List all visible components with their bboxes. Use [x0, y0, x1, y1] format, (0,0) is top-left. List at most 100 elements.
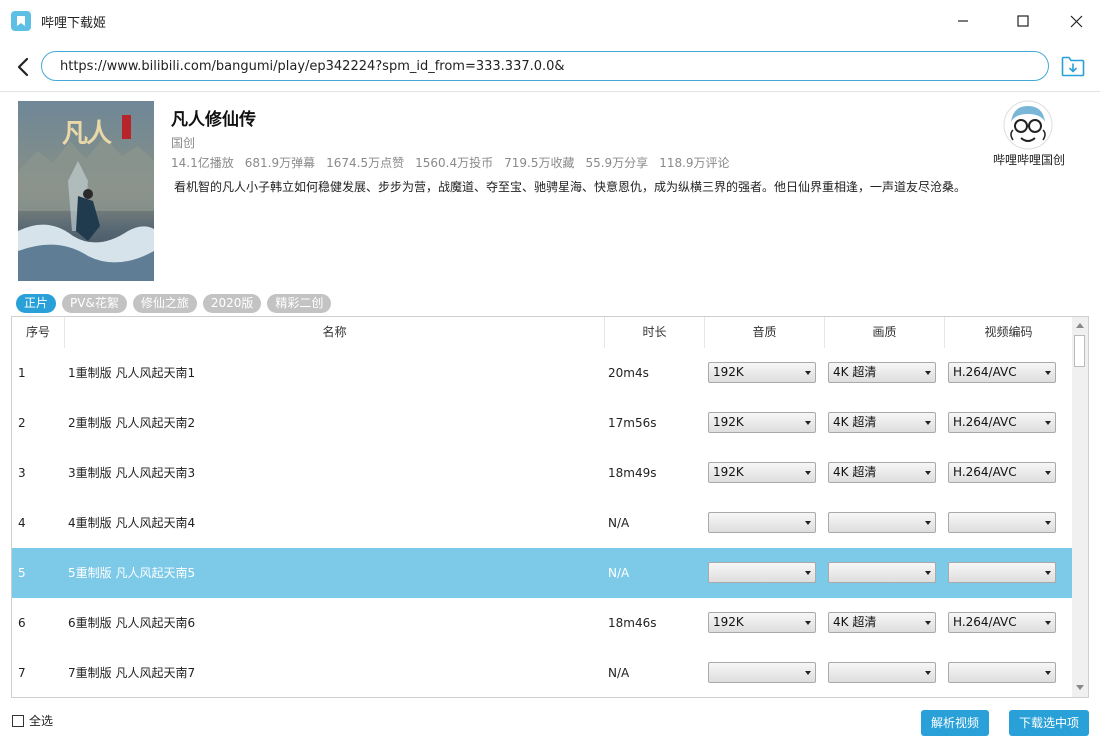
row-name: 3重制版 凡人风起天南3 [68, 466, 196, 480]
quality-select[interactable]: 4K 超清 [828, 612, 936, 633]
column-header-index[interactable]: 序号 [12, 317, 65, 348]
table-row[interactable]: 4 4重制版 凡人风起天南4 N/A [12, 498, 1072, 548]
minimize-button[interactable] [940, 0, 986, 42]
column-header-duration[interactable]: 时长 [605, 317, 705, 348]
row-index: 2 [18, 416, 26, 430]
stat-plays: 14.1亿播放 [171, 156, 234, 170]
dropdown-arrow-icon [925, 621, 931, 625]
chevron-left-icon [17, 57, 29, 77]
quality-select[interactable] [828, 562, 936, 583]
stat-danmaku: 681.9万弹幕 [244, 156, 316, 170]
back-button[interactable] [12, 53, 34, 81]
row-duration: N/A [608, 516, 630, 530]
quality-select[interactable]: 4K 超清 [828, 412, 936, 433]
row-name: 6重制版 凡人风起天南6 [68, 616, 196, 630]
column-header-codec[interactable]: 视频编码 [945, 317, 1072, 348]
row-duration: 18m49s [608, 466, 657, 480]
table-row[interactable]: 6 6重制版 凡人风起天南6 18m46s 192K 4K 超清 H.264/A… [12, 598, 1072, 648]
column-header-quality[interactable]: 画质 [825, 317, 945, 348]
download-folder-icon [1061, 56, 1085, 77]
row-index: 4 [18, 516, 26, 530]
table-row[interactable]: 7 7重制版 凡人风起天南7 N/A [12, 648, 1072, 697]
audio-select[interactable]: 192K [708, 612, 816, 633]
column-header-name[interactable]: 名称 [65, 317, 605, 348]
scroll-down-icon[interactable] [1076, 685, 1084, 690]
audio-select[interactable]: 192K [708, 362, 816, 383]
audio-select-value: 192K [713, 615, 744, 629]
table-row[interactable]: 2 2重制版 凡人风起天南2 17m56s 192K 4K 超清 H.264/A… [12, 398, 1072, 448]
dropdown-arrow-icon [1045, 471, 1051, 475]
url-input[interactable] [41, 51, 1049, 81]
dropdown-arrow-icon [925, 521, 931, 525]
maximize-button[interactable] [1000, 0, 1046, 42]
row-index: 1 [18, 366, 26, 380]
dropdown-arrow-icon [1045, 671, 1051, 675]
quality-select[interactable] [828, 512, 936, 533]
table-row[interactable]: 3 3重制版 凡人风起天南3 18m49s 192K 4K 超清 H.264/A… [12, 448, 1072, 498]
parse-video-button[interactable]: 解析视频 [921, 710, 989, 736]
row-duration: 18m46s [608, 616, 657, 630]
title-bar: 哔哩下载姬 [0, 0, 1100, 42]
dropdown-arrow-icon [805, 621, 811, 625]
section-tabs: 正片 PV&花絮 修仙之旅 2020版 精彩二创 [16, 294, 332, 313]
codec-select[interactable]: H.264/AVC [948, 362, 1056, 383]
vertical-scrollbar[interactable] [1072, 317, 1088, 697]
scrollbar-thumb[interactable] [1074, 335, 1085, 367]
quality-select[interactable]: 4K 超清 [828, 362, 936, 383]
table-header: 序号 名称 时长 音质 画质 视频编码 [12, 317, 1072, 348]
close-button[interactable] [1053, 0, 1099, 42]
dropdown-arrow-icon [1045, 521, 1051, 525]
codec-select[interactable]: H.264/AVC [948, 612, 1056, 633]
tab-pv[interactable]: PV&花絮 [62, 294, 127, 313]
tab-journey[interactable]: 修仙之旅 [132, 294, 197, 313]
row-duration: N/A [608, 566, 630, 580]
series-type: 国创 [171, 136, 196, 150]
audio-select[interactable] [708, 512, 816, 533]
audio-select-value: 192K [713, 465, 744, 479]
audio-select-value: 192K [713, 365, 744, 379]
stats-line: 14.1亿播放 681.9万弹幕 1674.5万点赞 1560.4万投币 719.5万收… [171, 154, 741, 171]
row-name: 7重制版 凡人风起天南7 [68, 666, 196, 680]
audio-select[interactable]: 192K [708, 412, 816, 433]
download-manager-button[interactable] [1060, 53, 1086, 79]
row-index: 6 [18, 616, 26, 630]
quality-select-value: 4K 超清 [833, 615, 877, 629]
uploader-name[interactable]: 哔哩哔哩国创 [985, 151, 1073, 168]
row-index: 3 [18, 466, 26, 480]
table-row-selected[interactable]: 5 5重制版 凡人风起天南5 N/A [12, 548, 1072, 598]
dropdown-arrow-icon [805, 471, 811, 475]
codec-select[interactable]: H.264/AVC [948, 462, 1056, 483]
codec-select[interactable] [948, 562, 1056, 583]
uploader-avatar[interactable] [1003, 100, 1053, 150]
codec-select[interactable]: H.264/AVC [948, 412, 1056, 433]
stat-shares: 55.9万分享 [585, 156, 649, 170]
episode-table: 序号 名称 时长 音质 画质 视频编码 1 1重制版 凡人风起天南1 20m4s… [11, 316, 1089, 698]
description: 看机智的凡人小子韩立如何稳健发展、步步为营，战魔道、夺至宝、驰骋星海、快意恩仇，… [174, 180, 967, 194]
window-title: 哔哩下载姬 [41, 16, 107, 31]
codec-select[interactable] [948, 512, 1056, 533]
quality-select-value: 4K 超清 [833, 365, 877, 379]
quality-select[interactable] [828, 662, 936, 683]
header-divider [0, 91, 1100, 92]
download-selected-button[interactable]: 下载选中项 [1009, 710, 1089, 736]
codec-select-value: H.264/AVC [953, 365, 1017, 379]
audio-select[interactable] [708, 562, 816, 583]
select-all-checkbox[interactable] [12, 714, 24, 727]
tab-2020[interactable]: 2020版 [202, 294, 262, 313]
codec-select[interactable] [948, 662, 1056, 683]
tab-fan-edits[interactable]: 精彩二创 [267, 294, 332, 313]
quality-select-value: 4K 超清 [833, 465, 877, 479]
poster-title: 凡人 [62, 119, 112, 149]
table-row[interactable]: 1 1重制版 凡人风起天南1 20m4s 192K 4K 超清 H.264/AV… [12, 348, 1072, 398]
row-duration: N/A [608, 666, 630, 680]
quality-select[interactable]: 4K 超清 [828, 462, 936, 483]
quality-select-value: 4K 超清 [833, 415, 877, 429]
scroll-up-icon[interactable] [1076, 323, 1084, 328]
tab-main[interactable]: 正片 [16, 294, 57, 313]
select-all[interactable]: 全选 [12, 712, 53, 729]
series-title: 凡人修仙传 [171, 110, 256, 130]
column-header-audio[interactable]: 音质 [705, 317, 825, 348]
dropdown-arrow-icon [925, 471, 931, 475]
audio-select[interactable]: 192K [708, 462, 816, 483]
audio-select[interactable] [708, 662, 816, 683]
